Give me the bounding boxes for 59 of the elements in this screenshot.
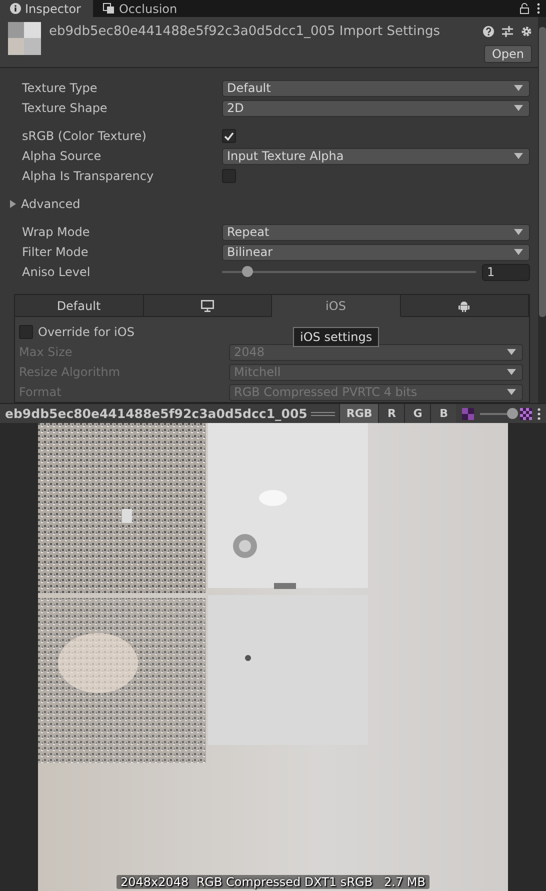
dropdown[interactable]: Default bbox=[222, 80, 530, 96]
settings-icon[interactable] bbox=[521, 26, 532, 37]
field-label: Filter Mode bbox=[22, 245, 90, 259]
open-button[interactable]: Open bbox=[484, 45, 532, 63]
platform-tab[interactable]: iOS bbox=[272, 295, 400, 317]
scrollbar-thumb[interactable] bbox=[538, 27, 546, 317]
field-label: Aniso Level bbox=[22, 265, 92, 279]
dropdown[interactable]: 2D bbox=[222, 100, 530, 116]
platform-tab[interactable]: Default bbox=[15, 295, 144, 317]
android-icon bbox=[458, 300, 470, 312]
overlapping-squares-icon bbox=[102, 3, 115, 14]
checkbox[interactable] bbox=[19, 325, 33, 339]
dropdown-arrow-icon bbox=[514, 229, 523, 235]
channel-button[interactable]: G bbox=[404, 404, 430, 424]
info-icon bbox=[10, 3, 21, 14]
field-label: sRGB (Color Texture) bbox=[22, 129, 148, 143]
slider-thumb[interactable] bbox=[242, 266, 254, 277]
field-label: Wrap Mode bbox=[22, 225, 91, 239]
asset-title: eb9db5ec80e441488e5f92c3a0d5dcc1_005 Import Settings bbox=[49, 23, 442, 39]
dropdown[interactable]: Input Texture Alpha bbox=[222, 148, 530, 164]
tooltip: iOS settings bbox=[293, 327, 380, 347]
number-field[interactable]: 1 bbox=[482, 264, 530, 280]
texture-thumbnail bbox=[8, 22, 41, 55]
dropdown-arrow-icon bbox=[507, 369, 516, 375]
checkbox[interactable] bbox=[222, 169, 236, 183]
dropdown-arrow-icon bbox=[514, 105, 523, 111]
channel-button[interactable]: RGB bbox=[339, 404, 378, 424]
checkbox[interactable] bbox=[222, 129, 236, 143]
texture-name: eb9db5ec80e441488e5f92c3a0d5dcc1_005 bbox=[5, 406, 308, 421]
more-options-icon[interactable] bbox=[537, 3, 540, 14]
window-tab[interactable]: Inspector bbox=[0, 0, 93, 17]
platform-tab[interactable] bbox=[400, 295, 529, 317]
monitor-icon bbox=[200, 300, 214, 312]
help-icon[interactable] bbox=[483, 26, 494, 37]
dropdown-arrow-icon bbox=[514, 153, 523, 159]
channel-button[interactable]: R bbox=[378, 404, 404, 424]
drag-handle-icon[interactable] bbox=[311, 410, 336, 416]
triangle-icon bbox=[10, 200, 17, 208]
dropdown-arrow-icon bbox=[507, 389, 516, 395]
field-label: Texture Shape bbox=[22, 101, 108, 115]
window-tab[interactable]: Occlusion bbox=[92, 0, 190, 17]
lock-icon[interactable] bbox=[520, 3, 529, 14]
dropdown[interactable]: Bilinear bbox=[222, 244, 530, 260]
field-label: Alpha Is Transparency bbox=[22, 169, 155, 183]
dropdown-arrow-icon bbox=[514, 85, 523, 91]
texture-info: 2048x2048 RGB Compressed DXT1 sRGB 2.7 MB bbox=[116, 875, 430, 889]
mip-low-icon bbox=[462, 408, 474, 420]
mip-high-icon bbox=[520, 408, 532, 420]
sliders-icon[interactable] bbox=[502, 26, 513, 37]
platform-tab[interactable] bbox=[144, 295, 272, 317]
dropdown[interactable]: Repeat bbox=[222, 224, 530, 240]
checkbox-label: Override for iOS bbox=[38, 325, 134, 339]
slider-thumb[interactable] bbox=[507, 408, 518, 418]
field-label: Alpha Source bbox=[22, 149, 102, 163]
foldout[interactable]: Advanced bbox=[10, 194, 80, 214]
field-label: Texture Type bbox=[22, 81, 98, 95]
dropdown-arrow-icon bbox=[514, 249, 523, 255]
dropdown-arrow-icon bbox=[507, 349, 516, 355]
channel-button[interactable]: B bbox=[430, 404, 456, 424]
